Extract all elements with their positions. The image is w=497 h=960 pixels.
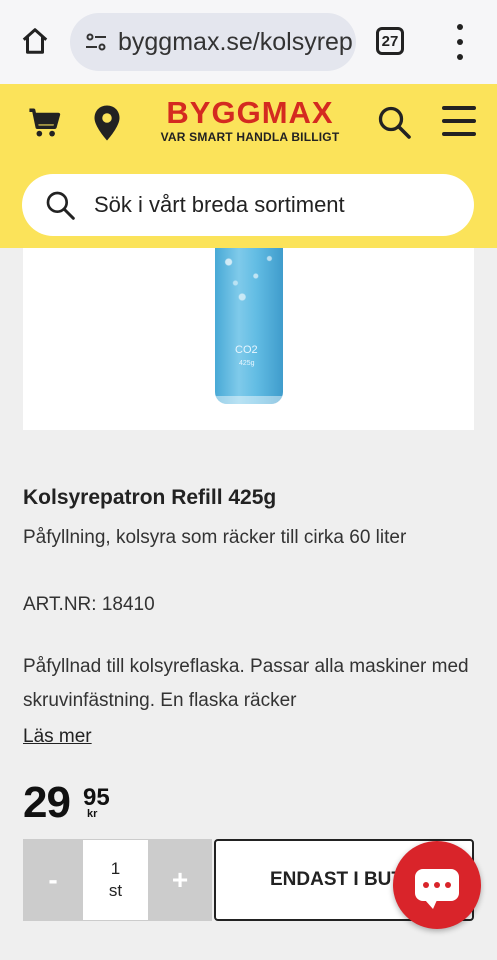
- tab-switcher-button[interactable]: 27: [376, 27, 404, 55]
- quantity-value: 1: [110, 859, 121, 878]
- image-co2-label: CO2: [235, 344, 258, 356]
- search-field-icon: [46, 191, 75, 220]
- price-currency: kr: [87, 808, 98, 820]
- product-description: Påfyllnad till kolsyreflaska. Passar all…: [23, 656, 469, 711]
- site-header: BYGGMAX VAR SMART HANDLA BILLIGT Sök i v…: [0, 84, 497, 248]
- logo-tagline: VAR SMART HANDLA BILLIGT: [160, 130, 340, 144]
- co2-cylinder-image: CO2 425g: [215, 248, 283, 404]
- chat-button[interactable]: [393, 841, 481, 929]
- product-title: Kolsyrepatron Refill 425g: [23, 486, 277, 509]
- image-weight-label: 425g: [239, 360, 255, 367]
- more-menu-icon[interactable]: [448, 24, 472, 60]
- article-number: ART.NR: 18410: [23, 594, 155, 615]
- browser-toolbar: byggmax.se/kolsyrep 27: [0, 0, 497, 84]
- quantity-increase-button[interactable]: +: [148, 839, 212, 921]
- logo-text: BYGGMAX: [166, 95, 334, 130]
- home-icon[interactable]: [18, 24, 52, 58]
- read-more-link[interactable]: Läs mer: [23, 726, 92, 748]
- price-integer: 29: [23, 778, 71, 827]
- cart-icon[interactable]: [28, 106, 62, 140]
- quantity-field[interactable]: 1 st: [83, 839, 148, 921]
- byggmax-logo[interactable]: BYGGMAX VAR SMART HANDLA BILLIGT: [150, 95, 350, 144]
- product-subtitle: Påfyllning, kolsyra som räcker till cirk…: [23, 527, 407, 548]
- location-pin-icon[interactable]: [92, 104, 122, 142]
- address-bar[interactable]: byggmax.se/kolsyrep: [70, 13, 356, 71]
- search-icon[interactable]: [376, 104, 412, 140]
- search-input[interactable]: Sök i vårt breda sortiment: [22, 174, 474, 236]
- search-placeholder: Sök i vårt breda sortiment: [94, 192, 345, 217]
- chat-bubble-icon: [415, 869, 459, 909]
- quantity-unit: st: [108, 881, 123, 900]
- quantity-decrease-button[interactable]: -: [23, 839, 83, 921]
- url-text: byggmax.se/kolsyrep: [118, 27, 353, 56]
- hamburger-menu-icon[interactable]: [442, 106, 476, 136]
- site-settings-icon[interactable]: [82, 28, 110, 56]
- product-image[interactable]: CO2 425g: [23, 248, 474, 430]
